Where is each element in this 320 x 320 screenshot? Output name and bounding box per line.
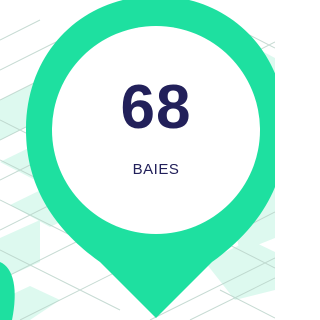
stat-value: 68	[120, 73, 192, 142]
stat-label: BAIES	[132, 161, 180, 178]
